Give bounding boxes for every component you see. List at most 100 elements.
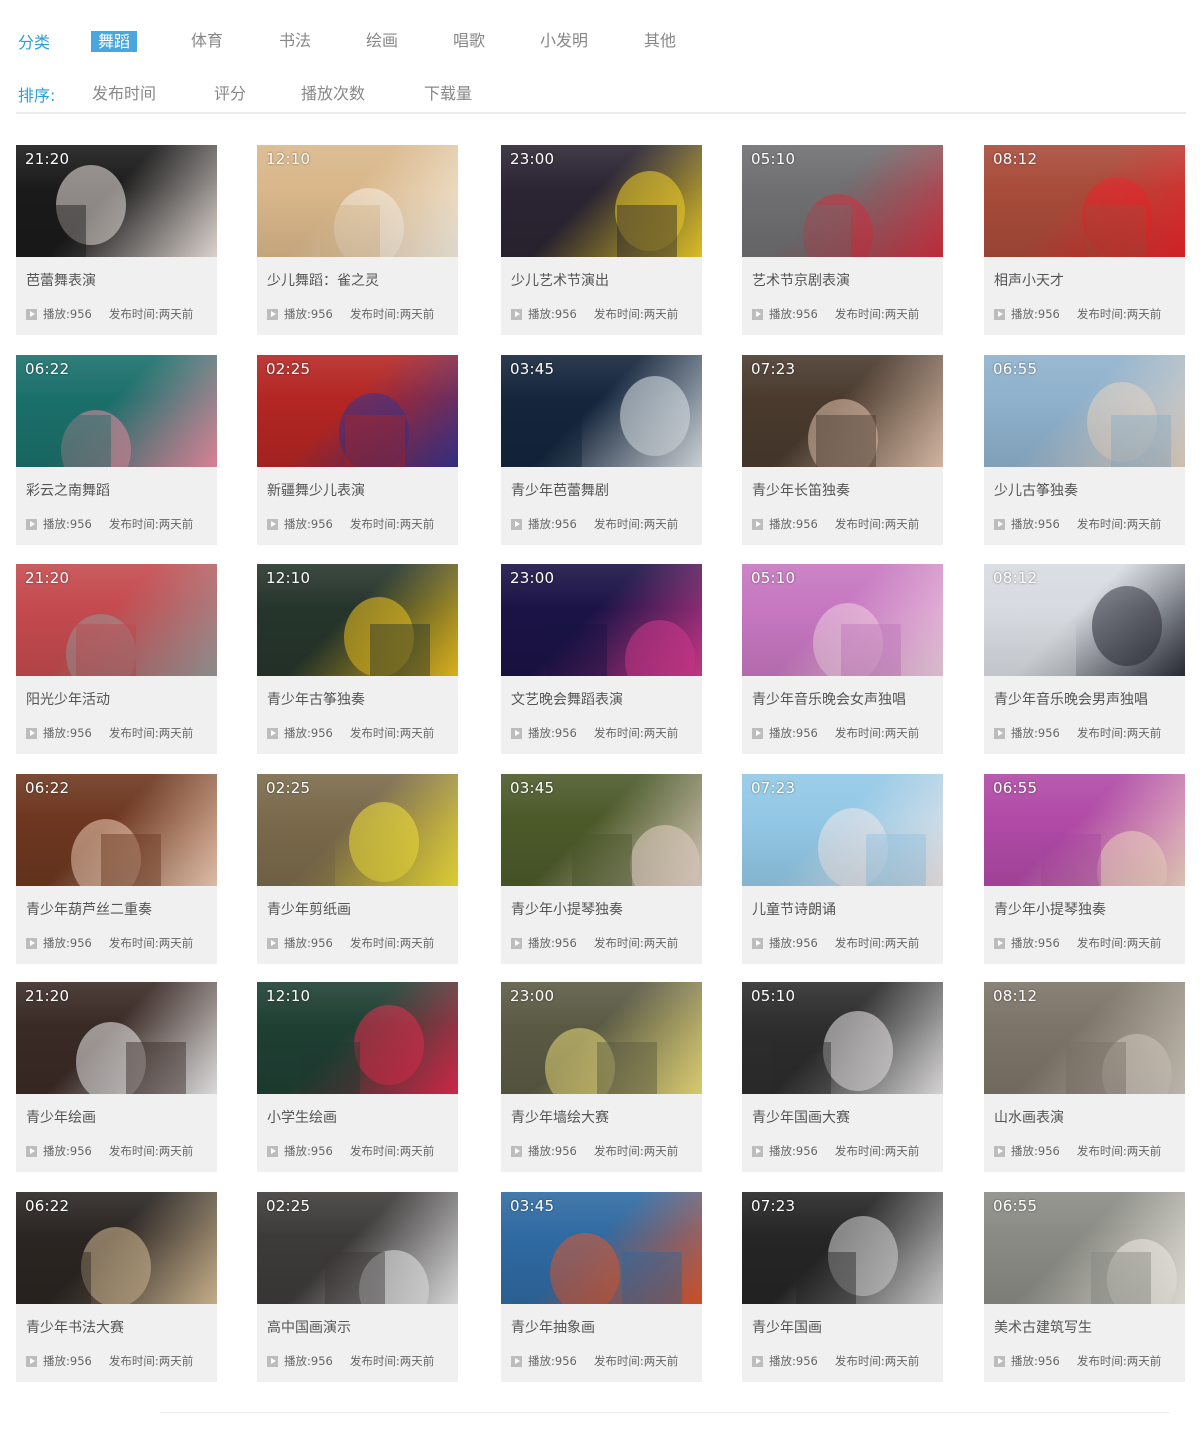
- video-title[interactable]: 相声小天才: [994, 270, 1064, 290]
- video-card[interactable]: 08:12 山水画表演 播放: 956 发布时间: 两天前: [984, 982, 1185, 1172]
- video-title[interactable]: 美术古建筑写生: [994, 1317, 1092, 1337]
- video-title[interactable]: 小学生绘画: [267, 1107, 337, 1127]
- video-thumbnail[interactable]: 08:12: [984, 982, 1185, 1094]
- video-thumbnail[interactable]: 03:45: [501, 355, 702, 467]
- video-card[interactable]: 06:22 青少年葫芦丝二重奏 播放: 956 发布时间: 两天前: [16, 774, 217, 964]
- video-thumbnail[interactable]: 21:20: [16, 982, 217, 1094]
- video-thumbnail[interactable]: 02:25: [257, 355, 458, 467]
- video-card[interactable]: 02:25 新疆舞少儿表演 播放: 956 发布时间: 两天前: [257, 355, 458, 545]
- video-title[interactable]: 儿童节诗朗诵: [752, 899, 836, 919]
- video-title[interactable]: 青少年小提琴独奏: [511, 899, 623, 919]
- video-thumbnail[interactable]: 06:55: [984, 355, 1185, 467]
- video-thumbnail[interactable]: 02:25: [257, 1192, 458, 1304]
- video-title[interactable]: 少儿古筝独奏: [994, 480, 1078, 500]
- video-card[interactable]: 02:25 高中国画演示 播放: 956 发布时间: 两天前: [257, 1192, 458, 1382]
- video-title[interactable]: 少儿舞蹈：雀之灵: [267, 270, 379, 290]
- video-thumbnail[interactable]: 07:23: [742, 774, 943, 886]
- video-card[interactable]: 05:10 青少年国画大赛 播放: 956 发布时间: 两天前: [742, 982, 943, 1172]
- video-title[interactable]: 少儿艺术节演出: [511, 270, 609, 290]
- video-thumbnail[interactable]: 06:55: [984, 774, 1185, 886]
- video-card[interactable]: 21:20 芭蕾舞表演 播放: 956 发布时间: 两天前: [16, 145, 217, 335]
- video-title[interactable]: 青少年剪纸画: [267, 899, 351, 919]
- sort-rating[interactable]: 评分: [214, 82, 246, 106]
- video-card[interactable]: 12:10 青少年古筝独奏 播放: 956 发布时间: 两天前: [257, 564, 458, 754]
- video-thumbnail[interactable]: 05:10: [742, 145, 943, 257]
- video-card[interactable]: 06:22 彩云之南舞蹈 播放: 956 发布时间: 两天前: [16, 355, 217, 545]
- sort-downloads[interactable]: 下载量: [424, 82, 472, 106]
- category-singing[interactable]: 唱歌: [453, 29, 485, 53]
- video-card[interactable]: 12:10 少儿舞蹈：雀之灵 播放: 956 发布时间: 两天前: [257, 145, 458, 335]
- video-thumbnail[interactable]: 12:10: [257, 145, 458, 257]
- video-card[interactable]: 03:45 青少年小提琴独奏 播放: 956 发布时间: 两天前: [501, 774, 702, 964]
- video-thumbnail[interactable]: 08:12: [984, 564, 1185, 676]
- video-card[interactable]: 23:00 少儿艺术节演出 播放: 956 发布时间: 两天前: [501, 145, 702, 335]
- video-thumbnail[interactable]: 23:00: [501, 564, 702, 676]
- category-calligraphy[interactable]: 书法: [279, 29, 311, 53]
- video-thumbnail[interactable]: 06:22: [16, 774, 217, 886]
- video-title[interactable]: 青少年葫芦丝二重奏: [26, 899, 152, 919]
- video-card[interactable]: 07:23 青少年国画 播放: 956 发布时间: 两天前: [742, 1192, 943, 1382]
- video-thumbnail[interactable]: 21:20: [16, 564, 217, 676]
- video-card[interactable]: 05:10 青少年音乐晚会女声独唱 播放: 956 发布时间: 两天前: [742, 564, 943, 754]
- video-title[interactable]: 文艺晚会舞蹈表演: [511, 689, 623, 709]
- video-card[interactable]: 03:45 青少年抽象画 播放: 956 发布时间: 两天前: [501, 1192, 702, 1382]
- video-card[interactable]: 21:20 阳光少年活动 播放: 956 发布时间: 两天前: [16, 564, 217, 754]
- video-title[interactable]: 青少年音乐晚会女声独唱: [752, 689, 906, 709]
- video-card[interactable]: 02:25 青少年剪纸画 播放: 956 发布时间: 两天前: [257, 774, 458, 964]
- video-title[interactable]: 青少年长笛独奏: [752, 480, 850, 500]
- video-thumbnail[interactable]: 03:45: [501, 1192, 702, 1304]
- video-thumbnail[interactable]: 23:00: [501, 982, 702, 1094]
- video-card[interactable]: 06:22 青少年书法大赛 播放: 956 发布时间: 两天前: [16, 1192, 217, 1382]
- category-dance[interactable]: 舞蹈: [91, 31, 138, 52]
- video-card[interactable]: 06:55 青少年小提琴独奏 播放: 956 发布时间: 两天前: [984, 774, 1185, 964]
- video-thumbnail[interactable]: 23:00: [501, 145, 702, 257]
- video-thumbnail[interactable]: 21:20: [16, 145, 217, 257]
- video-title[interactable]: 山水画表演: [994, 1107, 1064, 1127]
- video-title[interactable]: 青少年小提琴独奏: [994, 899, 1106, 919]
- video-title[interactable]: 艺术节京剧表演: [752, 270, 850, 290]
- video-title[interactable]: 芭蕾舞表演: [26, 270, 96, 290]
- video-thumbnail[interactable]: 06:22: [16, 355, 217, 467]
- video-thumbnail[interactable]: 06:22: [16, 1192, 217, 1304]
- video-thumbnail[interactable]: 03:45: [501, 774, 702, 886]
- video-thumbnail[interactable]: 05:10: [742, 982, 943, 1094]
- video-card[interactable]: 03:45 青少年芭蕾舞剧 播放: 956 发布时间: 两天前: [501, 355, 702, 545]
- category-sports[interactable]: 体育: [191, 29, 223, 53]
- category-painting[interactable]: 绘画: [366, 29, 398, 53]
- video-card[interactable]: 21:20 青少年绘画 播放: 956 发布时间: 两天前: [16, 982, 217, 1172]
- video-thumbnail[interactable]: 12:10: [257, 564, 458, 676]
- video-card[interactable]: 05:10 艺术节京剧表演 播放: 956 发布时间: 两天前: [742, 145, 943, 335]
- video-thumbnail[interactable]: 07:23: [742, 1192, 943, 1304]
- video-thumbnail[interactable]: 12:10: [257, 982, 458, 1094]
- video-card[interactable]: 06:55 美术古建筑写生 播放: 956 发布时间: 两天前: [984, 1192, 1185, 1382]
- video-title[interactable]: 青少年墙绘大赛: [511, 1107, 609, 1127]
- video-card[interactable]: 08:12 青少年音乐晚会男声独唱 播放: 956 发布时间: 两天前: [984, 564, 1185, 754]
- video-card[interactable]: 12:10 小学生绘画 播放: 956 发布时间: 两天前: [257, 982, 458, 1172]
- video-thumbnail[interactable]: 06:55: [984, 1192, 1185, 1304]
- category-other[interactable]: 其他: [644, 29, 676, 53]
- video-card[interactable]: 08:12 相声小天才 播放: 956 发布时间: 两天前: [984, 145, 1185, 335]
- sort-play-count[interactable]: 播放次数: [301, 82, 365, 106]
- video-title[interactable]: 青少年古筝独奏: [267, 689, 365, 709]
- sort-publish-time[interactable]: 发布时间: [92, 82, 156, 106]
- video-card[interactable]: 06:55 少儿古筝独奏 播放: 956 发布时间: 两天前: [984, 355, 1185, 545]
- video-thumbnail[interactable]: 05:10: [742, 564, 943, 676]
- video-title[interactable]: 阳光少年活动: [26, 689, 110, 709]
- video-thumbnail[interactable]: 08:12: [984, 145, 1185, 257]
- video-title[interactable]: 青少年音乐晚会男声独唱: [994, 689, 1148, 709]
- video-thumbnail[interactable]: 07:23: [742, 355, 943, 467]
- category-invention[interactable]: 小发明: [540, 29, 588, 53]
- video-title[interactable]: 青少年书法大赛: [26, 1317, 124, 1337]
- video-title[interactable]: 青少年抽象画: [511, 1317, 595, 1337]
- video-card[interactable]: 07:23 青少年长笛独奏 播放: 956 发布时间: 两天前: [742, 355, 943, 545]
- video-thumbnail[interactable]: 02:25: [257, 774, 458, 886]
- video-card[interactable]: 23:00 青少年墙绘大赛 播放: 956 发布时间: 两天前: [501, 982, 702, 1172]
- video-title[interactable]: 新疆舞少儿表演: [267, 480, 365, 500]
- video-title[interactable]: 青少年绘画: [26, 1107, 96, 1127]
- video-title[interactable]: 青少年芭蕾舞剧: [511, 480, 609, 500]
- video-card[interactable]: 23:00 文艺晚会舞蹈表演 播放: 956 发布时间: 两天前: [501, 564, 702, 754]
- video-title[interactable]: 高中国画演示: [267, 1317, 351, 1337]
- video-title[interactable]: 青少年国画: [752, 1317, 822, 1337]
- video-title[interactable]: 彩云之南舞蹈: [26, 480, 110, 500]
- video-title[interactable]: 青少年国画大赛: [752, 1107, 850, 1127]
